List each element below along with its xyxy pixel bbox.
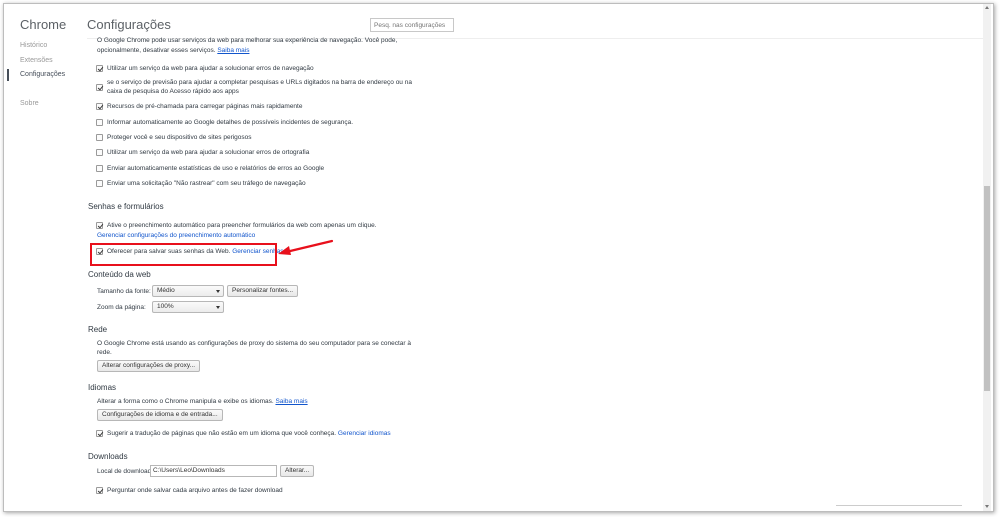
checkbox-navigation-errors[interactable] — [96, 65, 103, 72]
languages-desc-text: Alterar a forma como o Chrome manipula e… — [97, 398, 276, 405]
checkbox-translate[interactable] — [96, 430, 103, 437]
sidebar-item-history[interactable]: Histórico — [20, 42, 47, 49]
checkbox-prefetch[interactable] — [96, 103, 103, 110]
chevron-down-icon — [216, 305, 220, 309]
scroll-thumb[interactable] — [984, 186, 990, 391]
customize-fonts-button[interactable]: Personalizar fontes... — [227, 285, 299, 297]
change-download-location-button[interactable]: Alterar... — [280, 465, 315, 477]
sidebar-item-settings[interactable]: Configurações — [20, 71, 65, 78]
checkbox-spelling[interactable] — [96, 149, 103, 156]
zoom-value: 100% — [157, 303, 174, 310]
privacy-learn-more-link[interactable]: Saiba mais — [217, 47, 249, 54]
sidebar: Chrome Histórico Extensões Configurações… — [4, 4, 84, 511]
checkbox-autofill[interactable] — [96, 222, 103, 229]
checkbox-spelling-label: Utilizar um serviço da web para ajudar a… — [107, 149, 310, 156]
red-arrow-icon — [278, 239, 334, 255]
font-size-select[interactable]: Médio — [152, 285, 224, 297]
language-settings-button[interactable]: Configurações de idioma e de entrada... — [97, 409, 223, 421]
network-desc-line1: O Google Chrome está usando as configura… — [97, 340, 411, 347]
translate-text: Sugerir a tradução de páginas que não es… — [107, 430, 338, 437]
privacy-intro-text: opcionalmente, desativar esses serviços. — [97, 47, 218, 54]
checkbox-do-not-track-label: Enviar uma solicitação "Não rastrear" co… — [107, 180, 306, 187]
download-location-field[interactable]: C:\Users\Leo\Downloads — [150, 465, 277, 477]
download-location-label: Local de download: — [97, 468, 154, 475]
checkbox-safe-browsing-label: Proteger você e seu dispositivo de sites… — [107, 134, 252, 141]
manage-autofill-link[interactable]: Gerenciar configurações do preenchimento… — [97, 231, 255, 240]
section-title-languages: Idiomas — [88, 383, 117, 392]
zoom-select[interactable]: 100% — [152, 301, 224, 313]
checkbox-safe-browsing[interactable] — [96, 134, 103, 141]
checkbox-prediction-service-label-line1: se o serviço de previsão para ajudar a c… — [107, 79, 412, 86]
checkbox-ask-download-location-label: Perguntar onde salvar cada arquivo antes… — [107, 487, 283, 494]
sidebar-active-indicator — [7, 69, 9, 81]
horizontal-scroll-track — [836, 505, 962, 506]
privacy-intro-line1: O Google Chrome pode usar serviços da we… — [97, 37, 398, 44]
checkbox-translate-label: Sugerir a tradução de páginas que não es… — [107, 429, 391, 438]
zoom-label: Zoom da página: — [97, 304, 146, 311]
network-desc-line2: rede. — [97, 349, 112, 356]
checkbox-do-not-track[interactable] — [96, 180, 103, 187]
proxy-settings-button[interactable]: Alterar configurações de proxy... — [97, 360, 201, 372]
font-size-label: Tamanho da fonte: — [97, 288, 151, 295]
sidebar-item-about[interactable]: Sobre — [20, 100, 39, 107]
languages-learn-more-link[interactable]: Saiba mais — [275, 398, 307, 405]
section-title-downloads: Downloads — [88, 452, 128, 461]
scroll-down-icon[interactable] — [985, 505, 989, 508]
highlight-box — [90, 243, 277, 266]
checkbox-navigation-errors-label: Utilizar um serviço da web para ajudar a… — [107, 65, 314, 72]
checkbox-prediction-service-label-line2: caixa de pesquisa do Acesso rápido aos a… — [107, 88, 239, 95]
checkbox-ask-download-location[interactable] — [96, 487, 103, 494]
scroll-up-icon[interactable] — [985, 6, 989, 9]
checkbox-security-incidents-label: Informar automaticamente ao Google detal… — [107, 119, 354, 126]
font-size-value: Médio — [157, 287, 175, 294]
privacy-intro-line2: opcionalmente, desativar esses serviços.… — [97, 46, 249, 55]
section-title-passwords: Senhas e formulários — [88, 202, 164, 211]
chevron-down-icon — [216, 289, 220, 293]
manage-languages-link[interactable]: Gerenciar idiomas — [338, 430, 391, 437]
search-settings-input[interactable] — [370, 18, 454, 32]
checkbox-usage-stats-label: Enviar automaticamente estatísticas de u… — [107, 165, 325, 172]
chrome-settings-window: Chrome Histórico Extensões Configurações… — [3, 3, 994, 512]
sidebar-item-extensions[interactable]: Extensões — [20, 57, 53, 64]
checkbox-prediction-service[interactable] — [96, 84, 103, 91]
checkbox-security-incidents[interactable] — [96, 119, 103, 126]
section-title-network: Rede — [88, 325, 108, 334]
languages-desc: Alterar a forma como o Chrome manipula e… — [97, 397, 308, 406]
vertical-scrollbar[interactable] — [983, 4, 991, 511]
checkbox-usage-stats[interactable] — [96, 165, 103, 172]
page-title: Configurações — [87, 17, 171, 32]
section-title-web-content: Conteúdo da web — [88, 270, 151, 279]
sidebar-brand: Chrome — [20, 17, 67, 32]
checkbox-prefetch-label: Recursos de pré-chamada para carregar pá… — [107, 103, 303, 110]
checkbox-autofill-label: Ative o preenchimento automático para pr… — [107, 222, 377, 229]
